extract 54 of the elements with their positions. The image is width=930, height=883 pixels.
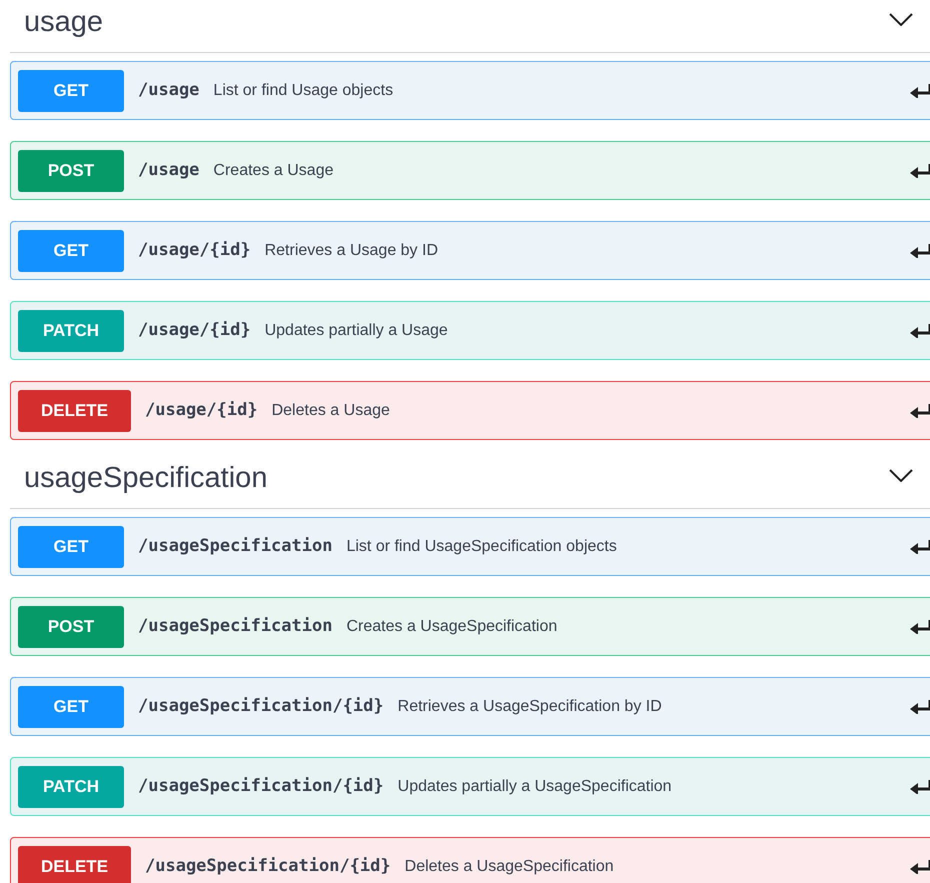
operation-row[interactable]: GET /usageSpecification List or find UsageSpecification objects	[10, 517, 930, 576]
operation-row[interactable]: POST /usage Creates a Usage	[10, 141, 930, 200]
method-badge: GET	[18, 70, 124, 112]
return-arrow-icon	[910, 164, 930, 178]
section-header[interactable]: usageSpecification	[10, 456, 930, 509]
endpoint-summary: Creates a Usage	[213, 160, 334, 180]
endpoint-path: /usage/{id}	[138, 238, 251, 262]
method-badge: GET	[18, 230, 124, 272]
operation-row[interactable]: GET /usageSpecification/{id} Retrieves a UsageSpecification by ID	[10, 677, 930, 736]
operation-row[interactable]: PATCH /usageSpecification/{id} Updates partially a UsageSpecification	[10, 757, 930, 816]
endpoint-path: /usageSpecification/{id}	[138, 694, 384, 718]
method-badge: POST	[18, 150, 124, 192]
endpoint-path: /usage/{id}	[138, 318, 251, 342]
return-arrow-icon	[910, 324, 930, 338]
endpoint-path: /usageSpecification	[138, 614, 332, 638]
endpoint-summary: Creates a UsageSpecification	[346, 616, 558, 636]
operation-row[interactable]: DELETE /usage/{id} Deletes a Usage	[10, 381, 930, 440]
method-badge: DELETE	[18, 390, 131, 432]
endpoint-summary: Retrieves a Usage by ID	[264, 240, 438, 260]
return-arrow-icon	[910, 780, 930, 794]
operation-row[interactable]: POST /usageSpecification Creates a UsageSpecification	[10, 597, 930, 656]
endpoint-summary: List or find UsageSpecification objects	[346, 536, 617, 556]
endpoint-summary: List or find Usage objects	[213, 80, 394, 100]
endpoint-path: /usageSpecification/{id}	[138, 774, 384, 798]
operation-row[interactable]: GET /usage List or find Usage objects	[10, 61, 930, 120]
section-title: usage	[24, 8, 104, 40]
endpoint-summary: Retrieves a UsageSpecification by ID	[398, 696, 662, 716]
method-badge: POST	[18, 606, 124, 648]
method-badge: GET	[18, 526, 124, 568]
endpoint-path: /usage	[138, 158, 200, 182]
return-arrow-icon	[910, 620, 930, 634]
section-title: usageSpecification	[24, 464, 268, 496]
endpoint-path: /usageSpecification	[138, 534, 332, 558]
endpoint-summary: Deletes a Usage	[272, 400, 390, 420]
method-badge: PATCH	[18, 766, 124, 808]
method-badge: GET	[18, 686, 124, 728]
section-header[interactable]: usage	[10, 0, 930, 53]
return-arrow-icon	[910, 540, 930, 554]
endpoint-path: /usageSpecification/{id}	[145, 854, 391, 878]
operation-row[interactable]: GET /usage/{id} Retrieves a Usage by ID	[10, 221, 930, 280]
return-arrow-icon	[910, 700, 930, 714]
endpoint-path: /usage	[138, 78, 200, 102]
endpoint-summary: Updates partially a Usage	[264, 320, 448, 340]
method-badge: DELETE	[18, 846, 131, 883]
operation-row[interactable]: DELETE /usageSpecification/{id} Deletes a UsageSpecification	[10, 837, 930, 883]
return-arrow-icon	[910, 404, 930, 418]
endpoint-summary: Updates partially a UsageSpecification	[398, 776, 672, 796]
operation-row[interactable]: PATCH /usage/{id} Updates partially a Usage	[10, 301, 930, 360]
return-arrow-icon	[910, 84, 930, 98]
endpoint-summary: Deletes a UsageSpecification	[404, 856, 614, 876]
return-arrow-icon	[910, 244, 930, 258]
method-badge: PATCH	[18, 310, 124, 352]
endpoint-path: /usage/{id}	[145, 398, 258, 422]
return-arrow-icon	[910, 860, 930, 874]
